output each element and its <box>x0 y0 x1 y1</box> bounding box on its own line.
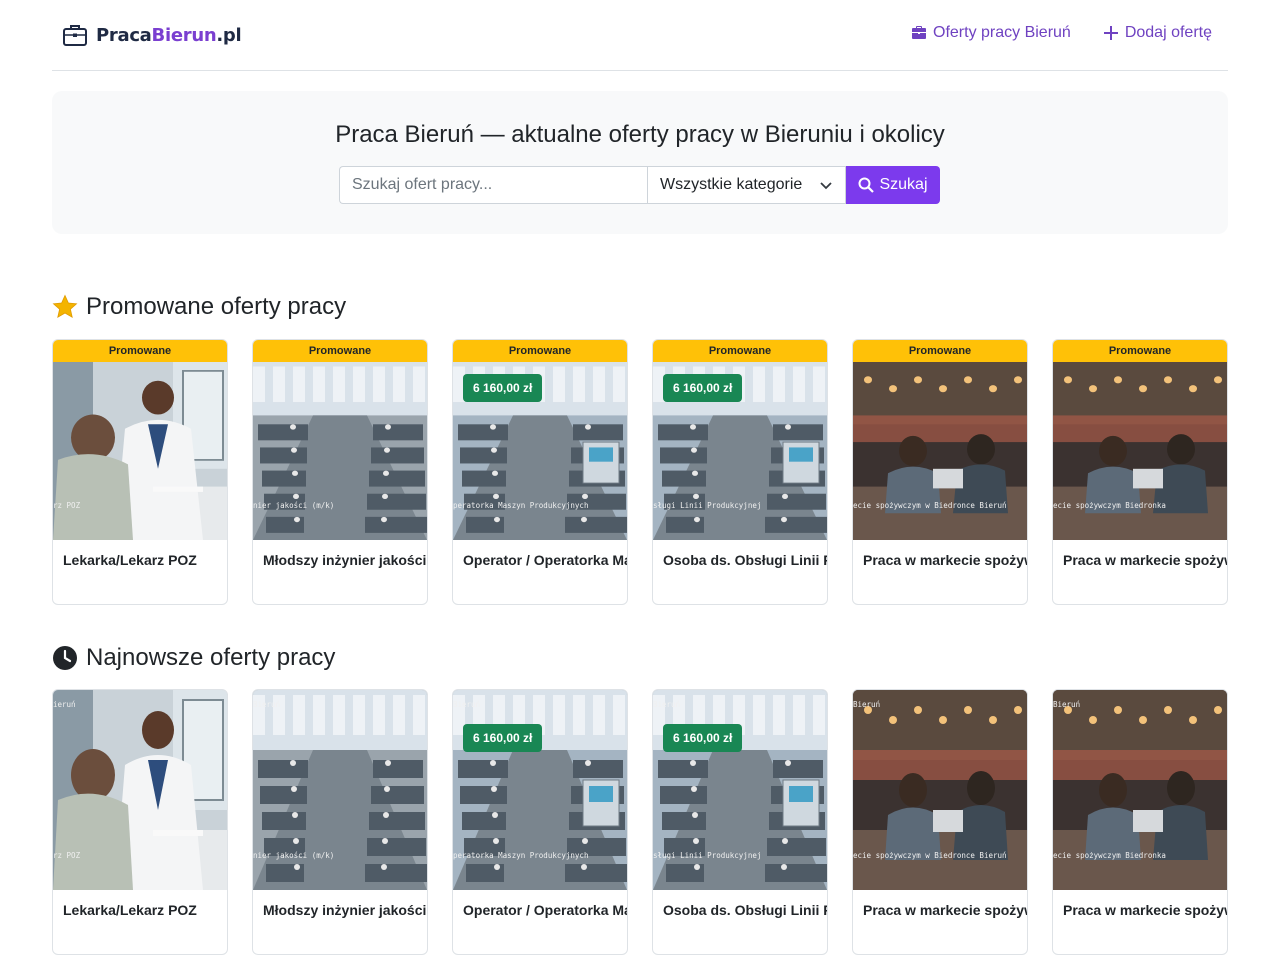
promoted-offers-list: Promowane rz POZ Lekarka/Lekarz POZ Promowa… <box>52 339 1228 605</box>
job-offer-card[interactable]: Bieruń ecie spożywczym w Biedronce Bieruń… <box>852 689 1028 955</box>
hero-search-panel: Praca Bieruń — aktualne oferty pracy w B… <box>52 91 1228 234</box>
job-offer-image: ecie spożywczym Biedronka <box>1053 362 1227 540</box>
latest-section-title: Najnowsze oferty pracy <box>52 644 335 672</box>
category-select-value: Wszystkie kategorie <box>660 176 803 193</box>
job-offer-card[interactable]: Bieruń ecie spożywczym Biedronka Praca w m… <box>1052 689 1228 955</box>
promoted-section-title: Promowane oferty pracy <box>52 293 346 321</box>
image-caption-text: ecie spożywczym Biedronka <box>1053 501 1166 510</box>
briefcase-icon <box>63 25 87 46</box>
job-offer-card[interactable]: Promowane ecie spożywczym w Biedronce Bie… <box>852 339 1028 605</box>
page-title: Praca Bieruń — aktualne oferty pracy w B… <box>335 121 945 148</box>
job-offer-title[interactable]: Praca w markecie spożyw <box>1063 902 1227 918</box>
image-location-text: Bieruń <box>253 700 281 709</box>
image-location-text: Bieruń <box>853 700 881 709</box>
job-offer-title[interactable]: Lekarka/Lekarz POZ <box>63 902 227 918</box>
job-offer-image: Bieruń nier jakości (m/k) <box>253 690 427 890</box>
promoted-badge: Promowane <box>853 340 1027 362</box>
image-location-text: ieruń <box>53 700 76 709</box>
image-location-text: Bieruń <box>653 700 681 709</box>
job-offer-title[interactable]: Osoba ds. Obsługi Linii P <box>663 552 827 568</box>
job-offer-card[interactable]: Bieruń peratorka Maszyn Produkcyjnych 6 16… <box>452 689 628 955</box>
image-caption-text: rz POZ <box>53 501 81 510</box>
job-offer-title[interactable]: Praca w markecie spożyw <box>863 552 1027 568</box>
job-offer-card[interactable]: Promowane sługi Linii Produkcyjnej 6 160,0… <box>652 339 828 605</box>
image-caption-text: sługi Linii Produkcyjnej <box>653 851 762 860</box>
promoted-badge: Promowane <box>1053 340 1227 362</box>
job-offer-card[interactable]: Bieruń sługi Linii Produkcyjnej 6 160,00 z… <box>652 689 828 955</box>
latest-offers-list: ieruń rz POZ Lekarka/Lekarz POZ Bieruń nier … <box>52 689 1228 955</box>
job-offer-image: Bieruń sługi Linii Produkcyjnej 6 160,00 z… <box>653 690 827 890</box>
job-offer-image: ieruń rz POZ <box>53 690 227 890</box>
star-icon <box>52 294 78 319</box>
salary-badge: 6 160,00 zł <box>463 374 543 402</box>
clock-icon <box>53 646 77 670</box>
job-offer-title[interactable]: Młodszy inżynier jakości <box>263 552 427 568</box>
salary-badge: 6 160,00 zł <box>663 724 743 752</box>
chevron-down-icon <box>820 182 832 190</box>
image-caption-text: rz POZ <box>53 851 81 860</box>
job-offer-title[interactable]: Operator / Operatorka Ma <box>463 552 627 568</box>
job-offer-title[interactable]: Praca w markecie spożyw <box>1063 552 1227 568</box>
image-location-text: Bieruń <box>453 700 481 709</box>
job-offer-title[interactable]: Praca w markecie spożyw <box>863 902 1027 918</box>
site-header: PracaBierun.pl Oferty pracy Bieruń Dodaj… <box>52 0 1228 71</box>
promoted-badge: Promowane <box>53 340 227 362</box>
job-offer-image: nier jakości (m/k) <box>253 362 427 540</box>
search-input[interactable] <box>339 166 647 204</box>
job-offer-title[interactable]: Osoba ds. Obsługi Linii P <box>663 902 827 918</box>
salary-badge: 6 160,00 zł <box>663 374 743 402</box>
job-offer-card[interactable]: Promowane peratorka Maszyn Produkcyjnych 6… <box>452 339 628 605</box>
search-button-label: Szukaj <box>879 176 928 193</box>
image-caption-text: nier jakości (m/k) <box>253 501 335 510</box>
job-offer-image: ecie spożywczym w Biedronce Bieruń <box>853 362 1027 540</box>
nav-job-offers-link[interactable]: Oferty pracy Bieruń <box>911 24 1071 42</box>
promoted-section-label: Promowane oferty pracy <box>86 293 347 320</box>
nav-job-offers-label: Oferty pracy Bieruń <box>933 24 1071 41</box>
main-nav: Oferty pracy Bieruń Dodaj ofertę <box>911 24 1212 42</box>
promoted-badge: Promowane <box>253 340 427 362</box>
nav-add-offer-label: Dodaj ofertę <box>1124 24 1212 41</box>
job-offer-image: peratorka Maszyn Produkcyjnych 6 160,00 z… <box>453 362 627 540</box>
search-form: Wszystkie kategorie Szukaj <box>339 166 940 204</box>
job-offer-image: rz POZ <box>53 362 227 540</box>
search-button[interactable]: Szukaj <box>846 166 940 204</box>
image-caption-text: ecie spożywczym w Biedronce Bieruń <box>853 851 1007 860</box>
job-offer-image: Bieruń ecie spożywczym w Biedronce Bieruń <box>853 690 1027 890</box>
salary-badge: 6 160,00 zł <box>463 724 543 752</box>
promoted-badge: Promowane <box>653 340 827 362</box>
job-offer-image: Bieruń peratorka Maszyn Produkcyjnych 6 16… <box>453 690 627 890</box>
job-offer-title[interactable]: Operator / Operatorka Ma <box>463 902 627 918</box>
briefcase-icon <box>912 26 926 39</box>
job-offer-title[interactable]: Młodszy inżynier jakości <box>263 902 427 918</box>
image-caption-text: ecie spożywczym w Biedronce Bieruń <box>853 501 1007 510</box>
nav-add-offer-link[interactable]: Dodaj ofertę <box>1103 24 1212 42</box>
job-offer-card[interactable]: Promowane rz POZ Lekarka/Lekarz POZ <box>52 339 228 605</box>
job-offer-image: sługi Linii Produkcyjnej 6 160,00 zł <box>653 362 827 540</box>
image-caption-text: sługi Linii Produkcyjnej <box>653 501 762 510</box>
job-offer-card[interactable]: ieruń rz POZ Lekarka/Lekarz POZ <box>52 689 228 955</box>
image-caption-text: peratorka Maszyn Produkcyjnych <box>453 851 589 860</box>
job-offer-card[interactable]: Promowane nier jakości (m/k) Młodszy inżyn… <box>252 339 428 605</box>
image-caption-text: peratorka Maszyn Produkcyjnych <box>453 501 589 510</box>
job-offer-card[interactable]: Bieruń nier jakości (m/k) Młodszy inżynier… <box>252 689 428 955</box>
job-offer-card[interactable]: Promowane ecie spożywczym Biedronka Praca … <box>1052 339 1228 605</box>
search-icon <box>858 177 875 193</box>
promoted-badge: Promowane <box>453 340 627 362</box>
logo-text: PracaBierun.pl <box>96 24 242 46</box>
image-location-text: Bieruń <box>1053 700 1081 709</box>
site-logo[interactable]: PracaBierun.pl <box>62 22 242 48</box>
job-offer-image: Bieruń ecie spożywczym Biedronka <box>1053 690 1227 890</box>
latest-section-label: Najnowsze oferty pracy <box>86 644 336 671</box>
image-caption-text: ecie spożywczym Biedronka <box>1053 851 1166 860</box>
job-offer-title[interactable]: Lekarka/Lekarz POZ <box>63 552 227 568</box>
plus-icon <box>1103 26 1118 40</box>
image-caption-text: nier jakości (m/k) <box>253 851 335 860</box>
category-select[interactable]: Wszystkie kategorie <box>647 166 846 204</box>
